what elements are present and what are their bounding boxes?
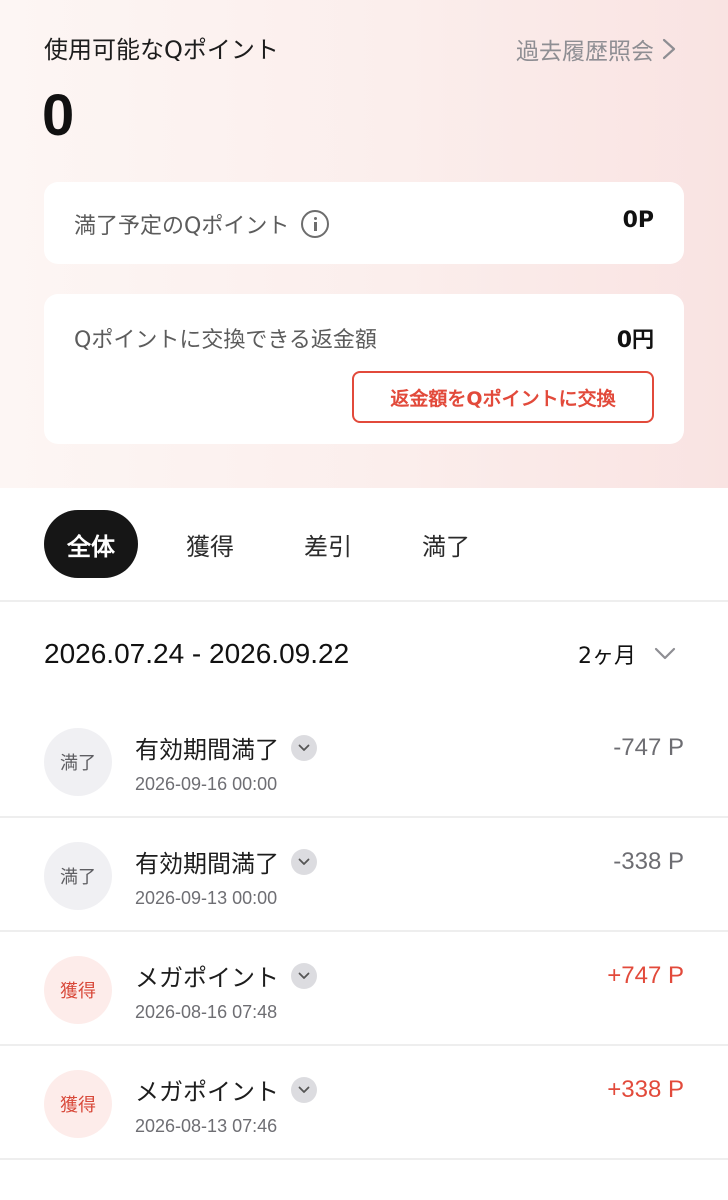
- points-balance: 0: [42, 83, 75, 148]
- chevron-down-circle-icon[interactable]: [291, 848, 317, 875]
- transaction-title: メガポイント: [135, 964, 279, 992]
- expiring-points-label: 満了予定のQポイント: [74, 214, 290, 239]
- chevron-right-icon: [662, 38, 676, 60]
- list-item[interactable]: 獲得 メガポイント 2026-08-13 07:46 +338 P: [0, 1046, 728, 1160]
- period-label: 2ヶ月: [578, 644, 636, 669]
- transaction-title: 有効期間満了: [135, 736, 279, 764]
- transaction-title-row: メガポイント: [135, 958, 317, 993]
- section-divider: [0, 600, 728, 602]
- transaction-amount: -338 P: [613, 848, 684, 875]
- status-badge: 獲得: [44, 956, 112, 1024]
- period-selector[interactable]: 2ヶ月: [578, 638, 676, 670]
- history-link-label: 過去履歴照会: [516, 39, 654, 65]
- chevron-down-icon: [654, 647, 676, 660]
- transaction-datetime: 2026-09-16 00:00: [135, 774, 278, 794]
- refund-amount-value: 0円: [616, 328, 654, 353]
- transaction-amount: +338 P: [607, 1076, 684, 1103]
- points-summary-header: 使用可能なQポイント 過去履歴照会 0 満了予定のQポイント 0P Qポイントに…: [0, 0, 728, 488]
- available-points-label: 使用可能なQポイント: [44, 36, 279, 64]
- transaction-amount: +747 P: [607, 962, 684, 989]
- refund-amount-label: Qポイントに交換できる返金額: [74, 328, 377, 353]
- chevron-down-circle-icon[interactable]: [291, 734, 317, 761]
- expiring-points-card: 満了予定のQポイント 0P: [44, 182, 684, 264]
- status-badge: 満了: [44, 728, 112, 796]
- expiring-points-row: 満了予定のQポイント: [74, 208, 330, 240]
- transaction-list: 満了 有効期間満了 2026-09-16 00:00 -747 P 満了 有効期…: [0, 704, 728, 1160]
- filter-tabs: 全体 獲得 差引 満了: [44, 510, 518, 578]
- date-range: 2026.07.24 - 2026.09.22: [44, 638, 350, 669]
- transaction-datetime: 2026-08-13 07:46: [135, 1116, 278, 1136]
- refund-exchange-card: Qポイントに交換できる返金額 0円 返金額をQポイントに交換: [44, 294, 684, 444]
- exchange-refund-button[interactable]: 返金額をQポイントに交換: [352, 371, 654, 423]
- status-badge: 獲得: [44, 1070, 112, 1138]
- expiring-points-value: 0P: [622, 208, 654, 233]
- transaction-title: 有効期間満了: [135, 850, 279, 878]
- list-item[interactable]: 獲得 メガポイント 2026-08-16 07:48 +747 P: [0, 932, 728, 1046]
- history-link[interactable]: 過去履歴照会: [516, 32, 676, 66]
- info-icon[interactable]: [301, 210, 330, 238]
- status-badge: 満了: [44, 842, 112, 910]
- transaction-datetime: 2026-09-13 00:00: [135, 888, 278, 908]
- list-item[interactable]: 満了 有効期間満了 2026-09-16 00:00 -747 P: [0, 704, 728, 818]
- transaction-title-row: 有効期間満了: [135, 730, 317, 765]
- chevron-down-circle-icon[interactable]: [291, 1076, 317, 1103]
- transaction-datetime: 2026-08-16 07:48: [135, 1002, 278, 1022]
- transaction-title: メガポイント: [135, 1078, 279, 1106]
- transaction-title-row: 有効期間満了: [135, 844, 317, 879]
- chevron-down-circle-icon[interactable]: [291, 962, 317, 989]
- tab-earned[interactable]: 獲得: [164, 510, 256, 578]
- tab-deducted[interactable]: 差引: [282, 510, 374, 578]
- tab-all[interactable]: 全体: [44, 510, 138, 578]
- transaction-amount: -747 P: [613, 734, 684, 761]
- tab-expired[interactable]: 満了: [400, 510, 492, 578]
- list-item[interactable]: 満了 有効期間満了 2026-09-13 00:00 -338 P: [0, 818, 728, 932]
- transaction-title-row: メガポイント: [135, 1072, 317, 1107]
